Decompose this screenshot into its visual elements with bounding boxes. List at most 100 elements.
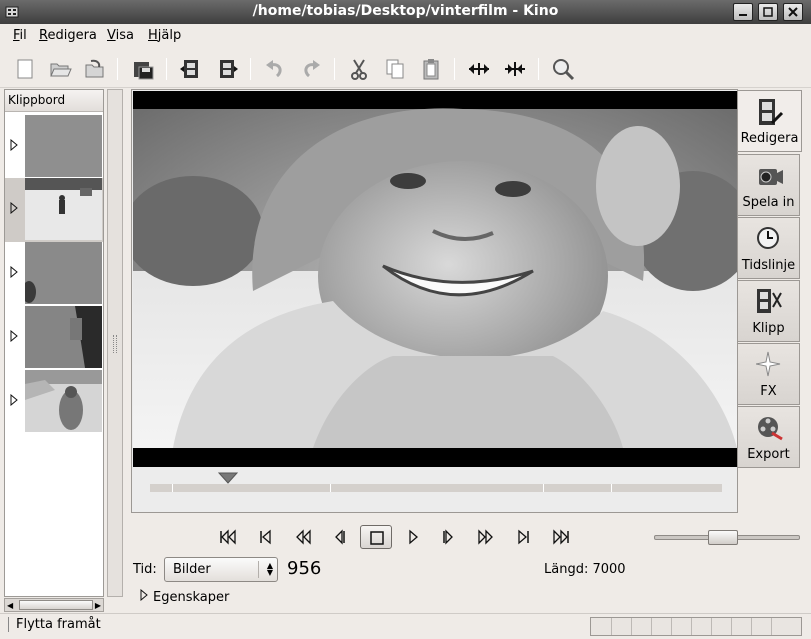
tab-fx[interactable]: FX xyxy=(738,343,800,405)
forward-frame-button[interactable] xyxy=(435,525,461,549)
tab-spela-in[interactable]: Spela in xyxy=(738,154,800,216)
insert-after-icon xyxy=(220,60,238,78)
clip-thumbnail xyxy=(25,370,102,432)
tab-label: Redigera xyxy=(740,131,799,146)
play-icon xyxy=(409,529,418,545)
time-format-value: Bilder xyxy=(173,562,211,577)
clip-item[interactable] xyxy=(5,115,103,179)
split-icon xyxy=(505,62,525,76)
clock-icon xyxy=(757,227,779,249)
insert-after-button[interactable] xyxy=(213,55,241,83)
status-text: Flytta framåt xyxy=(8,617,101,632)
clip-item[interactable] xyxy=(5,242,103,306)
next-scene-button[interactable] xyxy=(510,525,536,549)
maximize-icon xyxy=(763,7,773,17)
save-as-button[interactable] xyxy=(129,55,157,83)
menu-hjalp[interactable]: Hjälp xyxy=(148,28,181,43)
expand-arrow-icon[interactable] xyxy=(9,202,19,214)
fast-forward-button[interactable] xyxy=(472,525,498,549)
shuttle-slider-knob[interactable] xyxy=(708,530,738,545)
copy-button[interactable] xyxy=(381,55,409,83)
previous-scene-button[interactable] xyxy=(252,525,278,549)
clip-item[interactable] xyxy=(5,306,103,370)
minimize-icon xyxy=(739,14,747,16)
new-button[interactable] xyxy=(11,55,39,83)
join-button[interactable] xyxy=(465,55,493,83)
start-icon xyxy=(220,529,236,545)
film-reel-icon xyxy=(758,417,783,441)
tab-label: Export xyxy=(747,447,790,462)
open-icon xyxy=(50,63,72,77)
close-icon xyxy=(788,7,798,17)
menu-visa[interactable]: Visa xyxy=(107,28,134,43)
scroll-thumb[interactable] xyxy=(19,600,93,610)
maximize-button[interactable] xyxy=(758,3,778,21)
go-to-start-button[interactable] xyxy=(214,525,240,549)
frame-scrubber[interactable] xyxy=(150,484,722,492)
save-as-icon xyxy=(134,62,154,80)
tab-label: Klipp xyxy=(752,321,785,336)
tab-export[interactable]: Export xyxy=(738,406,800,468)
redo-button[interactable] xyxy=(297,55,325,83)
redo-icon xyxy=(304,60,320,78)
clip-thumbnail xyxy=(25,242,102,304)
undo-button[interactable] xyxy=(261,55,289,83)
expand-arrow-icon[interactable] xyxy=(9,139,19,151)
insert-before-button[interactable] xyxy=(177,55,205,83)
video-frame xyxy=(133,91,737,467)
sidebar-scrollbar[interactable] xyxy=(107,89,123,597)
menu-redigera[interactable]: Redigera xyxy=(39,28,97,43)
clip-item[interactable] xyxy=(5,370,103,434)
time-format-select[interactable]: Bilder ▲ ▼ xyxy=(164,557,278,582)
fast-forward-icon xyxy=(478,529,493,545)
scroll-right-icon[interactable]: ▶ xyxy=(95,601,101,610)
copy-icon xyxy=(386,59,404,79)
forward-frame-icon xyxy=(443,529,453,545)
expand-arrow-icon[interactable] xyxy=(9,394,19,406)
clipboard-hscrollbar[interactable]: ◀ ▶ xyxy=(4,598,104,612)
stop-button[interactable] xyxy=(360,525,392,549)
close-button[interactable] xyxy=(783,3,803,21)
playhead-icon[interactable] xyxy=(218,472,238,484)
paste-button[interactable] xyxy=(417,55,445,83)
tab-klipp[interactable]: Klipp xyxy=(738,280,800,342)
zoom-icon xyxy=(553,59,575,81)
minimize-button[interactable] xyxy=(733,3,753,21)
progress-bar xyxy=(590,617,802,636)
go-to-end-button[interactable] xyxy=(547,525,573,549)
tab-redigera[interactable]: Redigera xyxy=(738,90,802,152)
next-scene-icon xyxy=(518,529,529,545)
insert-before-icon xyxy=(180,60,198,78)
cut-button[interactable] xyxy=(345,55,373,83)
clip-thumbnail xyxy=(25,115,102,177)
rewind-button[interactable] xyxy=(289,525,315,549)
stop-icon xyxy=(370,531,384,545)
properties-label: Egenskaper xyxy=(153,590,230,605)
expand-arrow-icon[interactable] xyxy=(9,330,19,342)
clip-thumbnail xyxy=(25,178,102,240)
split-button[interactable] xyxy=(501,55,529,83)
back-frame-button[interactable] xyxy=(326,525,352,549)
scroll-left-icon[interactable]: ◀ xyxy=(7,601,13,610)
window-title: /home/tobias/Desktop/vinterfilm - Kino xyxy=(252,3,559,19)
video-panel xyxy=(131,89,738,513)
clipboard-header[interactable]: Klippbord xyxy=(5,90,103,112)
expand-arrow-icon[interactable] xyxy=(9,266,19,278)
zoom-button[interactable] xyxy=(549,55,577,83)
clip-item[interactable] xyxy=(5,178,103,242)
join-icon xyxy=(469,63,489,75)
open-button[interactable] xyxy=(46,55,74,83)
status-bar: Flytta framåt xyxy=(0,613,811,639)
toolbar xyxy=(0,50,811,88)
menu-fil[interactable]: Fil xyxy=(13,28,27,43)
save-button[interactable] xyxy=(81,55,109,83)
play-button[interactable] xyxy=(399,525,425,549)
title-bar: /home/tobias/Desktop/vinterfilm - Kino xyxy=(0,0,811,24)
tab-label: FX xyxy=(760,384,777,399)
end-icon xyxy=(553,529,569,545)
length-label: Längd: 7000 xyxy=(544,562,626,577)
properties-expander[interactable]: Egenskaper xyxy=(140,589,229,605)
edit-film-icon xyxy=(759,99,784,125)
tab-tidslinje[interactable]: Tidslinje xyxy=(738,217,800,279)
save-icon xyxy=(85,59,104,78)
